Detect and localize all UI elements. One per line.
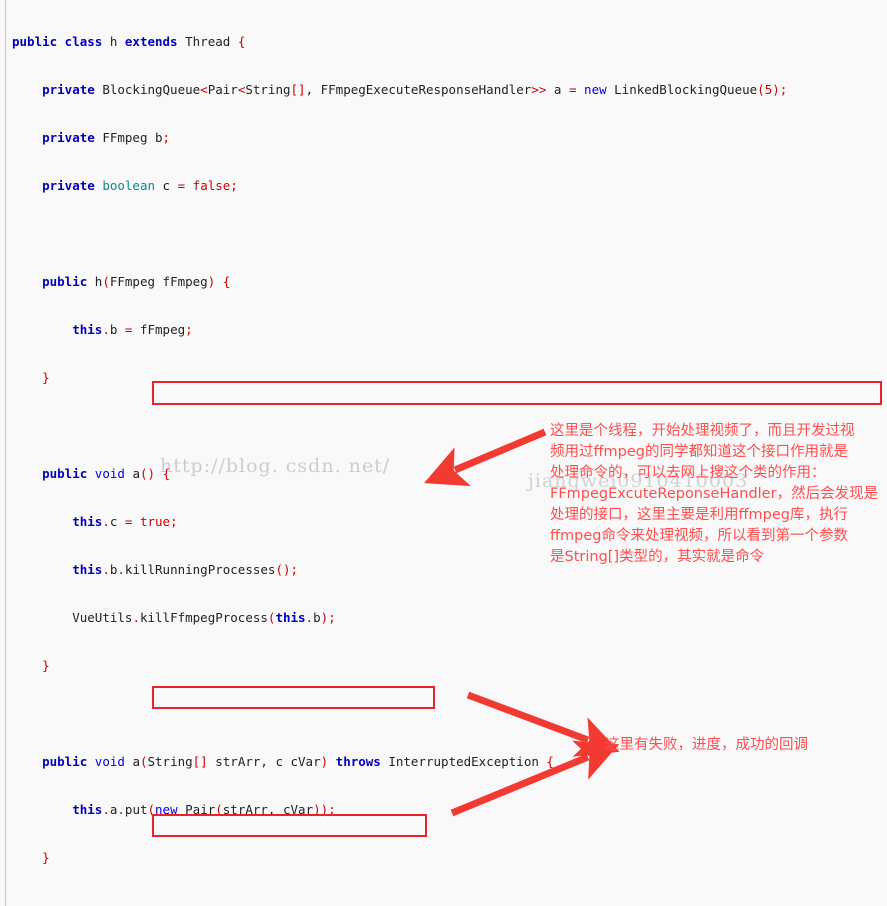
on-failure-box [152, 686, 435, 709]
code-line: public class h extends Thread { [12, 34, 246, 49]
code-line: this.a.put(new Pair(strArr, cVar)); [72, 802, 336, 817]
watermark-url-left: http://blog. csdn. net/ [160, 455, 391, 477]
on-progress-box [152, 814, 427, 837]
code-line: } [42, 850, 50, 865]
code-line: private BlockingQueue<Pair<String[], FFm… [42, 82, 788, 97]
code-screenshot-page: public class h extends Thread { private … [0, 0, 887, 906]
final-response-handler-box [152, 381, 882, 405]
code-line: VueUtils.killFfmpegProcess(this.b); [72, 610, 336, 625]
thread-explanation-note: 这里是个线程，开始处理视频了，而且开发过视 频用过ffmpeg的同学都知道这个接… [550, 423, 879, 565]
code-line: } [42, 658, 50, 673]
callback-explanation-note: 这里有失败，进度，成功的回调 [605, 737, 808, 753]
code-line: public void a(String[] strArr, c cVar) t… [42, 754, 554, 769]
code-line: private FFmpeg b; [42, 130, 171, 145]
code-line: private boolean c = false; [42, 178, 238, 193]
code-line: public h(FFmpeg fFmpeg) { [42, 274, 231, 289]
code-line: this.b = fFmpeg; [72, 322, 193, 337]
